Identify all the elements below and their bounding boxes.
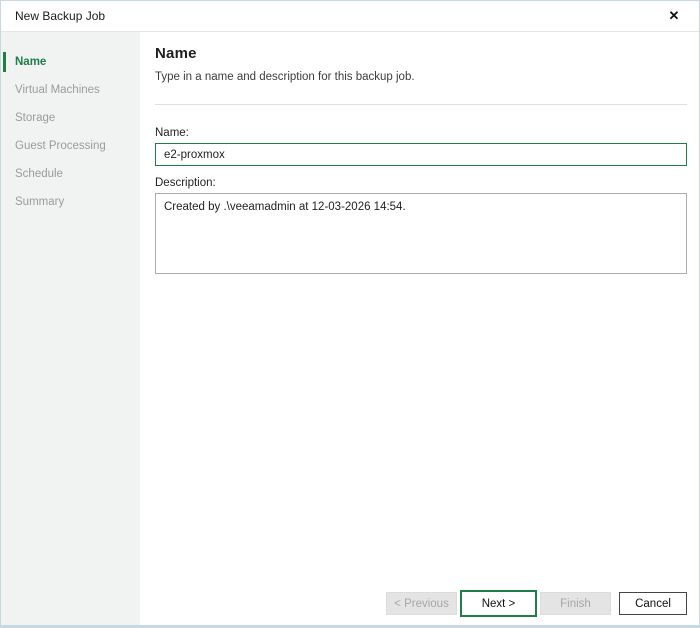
page-title: Name — [155, 45, 687, 62]
name-field-label: Name: — [155, 127, 687, 139]
page-subtitle: Type in a name and description for this … — [155, 71, 687, 83]
cancel-button[interactable]: Cancel — [619, 592, 687, 615]
finish-button[interactable]: Finish — [540, 592, 611, 615]
close-icon[interactable]: ✕ — [659, 1, 689, 31]
sidebar-item-schedule[interactable]: Schedule — [1, 160, 140, 188]
new-backup-job-dialog: New Backup Job ✕ Name Virtual Machines S… — [0, 0, 700, 628]
divider — [155, 104, 687, 105]
sidebar-item-summary[interactable]: Summary — [1, 188, 140, 216]
sidebar-item-guest-processing[interactable]: Guest Processing — [1, 132, 140, 160]
wizard-footer: < Previous Next > Finish Cancel — [386, 590, 687, 617]
name-input[interactable] — [155, 143, 687, 166]
dialog-body: Name Virtual Machines Storage Guest Proc… — [1, 32, 699, 625]
main-panel: Name Type in a name and description for … — [140, 32, 699, 625]
previous-button[interactable]: < Previous — [386, 592, 457, 615]
sidebar-item-virtual-machines[interactable]: Virtual Machines — [1, 76, 140, 104]
sidebar-item-name[interactable]: Name — [1, 48, 140, 76]
wizard-steps-sidebar: Name Virtual Machines Storage Guest Proc… — [1, 32, 140, 625]
titlebar: New Backup Job ✕ — [1, 1, 699, 32]
window-title: New Backup Job — [15, 9, 105, 23]
sidebar-item-storage[interactable]: Storage — [1, 104, 140, 132]
description-field-label: Description: — [155, 177, 687, 189]
description-textarea[interactable]: Created by .\veeamadmin at 12-03-2026 14… — [155, 193, 687, 274]
next-button[interactable]: Next > — [460, 590, 537, 617]
